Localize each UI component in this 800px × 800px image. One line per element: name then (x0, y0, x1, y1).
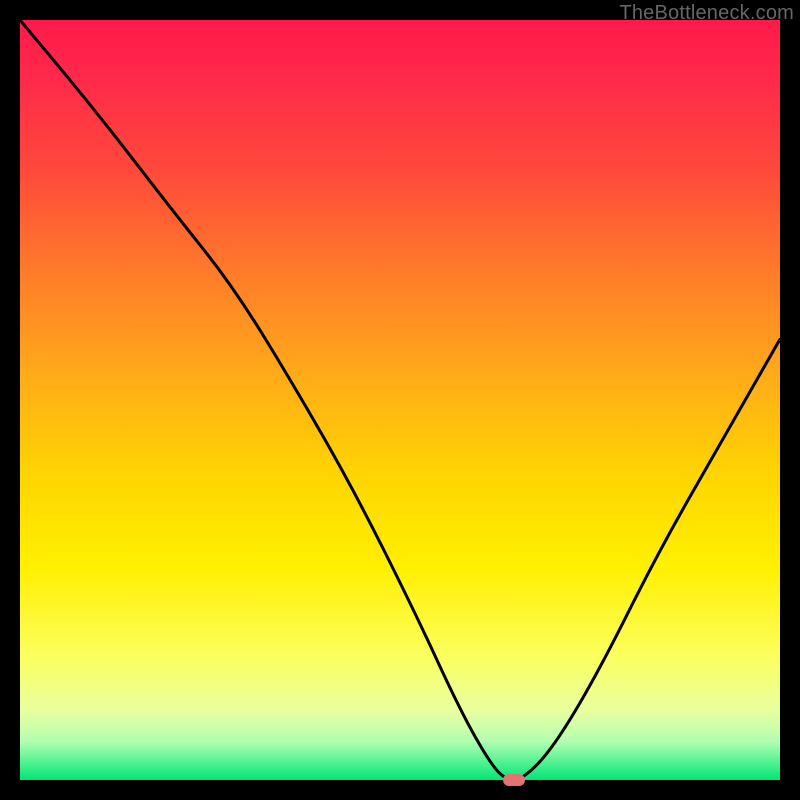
watermark-text: TheBottleneck.com (619, 2, 794, 25)
bottleneck-chart: TheBottleneck.com (0, 0, 800, 800)
bottleneck-curve-svg (20, 20, 780, 780)
x-axis (20, 780, 780, 782)
optimal-marker (503, 774, 525, 786)
bottleneck-curve-path (20, 20, 780, 780)
